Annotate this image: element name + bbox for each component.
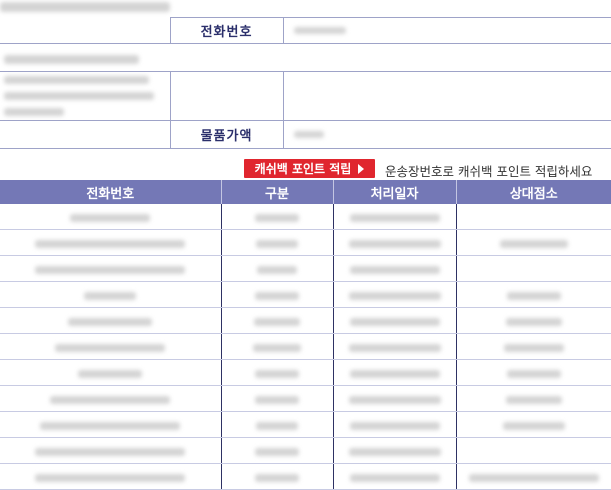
table-cell	[333, 437, 457, 464]
cashback-button-label: 캐쉬백 포인트 적립	[254, 162, 352, 176]
table-row	[0, 463, 611, 490]
table-cell	[456, 307, 611, 334]
table-cell	[221, 281, 334, 308]
table-cell	[221, 437, 334, 464]
table-cell	[333, 463, 457, 490]
table-row	[0, 385, 611, 412]
triangle-right-icon	[358, 163, 365, 174]
table-row	[0, 359, 611, 386]
cashback-description: 운송장번호로 캐쉬백 포인트 적립하세요	[385, 164, 593, 179]
info-cell-empty	[0, 120, 170, 149]
table-cell	[333, 359, 457, 386]
table-cell	[456, 229, 611, 256]
info-row-phone: 전화번호	[0, 17, 611, 44]
table-cell	[221, 333, 334, 360]
table-cell	[333, 307, 457, 334]
table-row	[0, 255, 611, 282]
info-row-address	[0, 71, 611, 121]
address-extra	[283, 71, 611, 121]
table-cell	[0, 255, 222, 282]
table-cell	[456, 281, 611, 308]
table-cell	[0, 204, 222, 230]
col-header-type: 구분	[221, 180, 334, 204]
cashback-button[interactable]: 캐쉬백 포인트 적립	[244, 159, 375, 178]
table-row	[0, 229, 611, 256]
phone-label: 전화번호	[169, 17, 284, 44]
table-row	[0, 204, 611, 230]
table-row	[0, 333, 611, 360]
table-cell	[0, 307, 222, 334]
table-cell	[0, 229, 222, 256]
table-cell	[333, 385, 457, 412]
history-table: 전화번호 구분 처리일자 상대점소	[0, 180, 611, 490]
table-cell	[456, 437, 611, 464]
table-cell	[221, 255, 334, 282]
table-cell	[333, 411, 457, 438]
table-row	[0, 307, 611, 334]
col-header-branch: 상대점소	[456, 180, 611, 204]
table-cell	[456, 333, 611, 360]
table-cell	[0, 437, 222, 464]
table-cell	[333, 204, 457, 230]
redacted-text	[4, 55, 139, 64]
table-cell	[0, 411, 222, 438]
table-cell	[221, 204, 334, 230]
table-cell	[456, 463, 611, 490]
table-cell	[333, 255, 457, 282]
col-header-date: 처리일자	[333, 180, 457, 204]
table-cell	[221, 229, 334, 256]
table-cell	[0, 463, 222, 490]
table-cell	[221, 307, 334, 334]
table-cell	[333, 333, 457, 360]
address-value	[0, 71, 170, 121]
info-table: 전화번호 물품가액	[0, 17, 611, 149]
table-cell	[456, 385, 611, 412]
price-label: 물품가액	[169, 120, 284, 149]
phone-value	[283, 17, 611, 44]
price-value	[283, 120, 611, 149]
table-cell	[333, 229, 457, 256]
table-cell	[221, 411, 334, 438]
table-cell	[333, 281, 457, 308]
info-cell-empty	[0, 17, 170, 44]
table-cell	[221, 463, 334, 490]
col-header-phone: 전화번호	[0, 180, 222, 204]
table-cell	[456, 359, 611, 386]
table-cell	[0, 281, 222, 308]
table-row	[0, 437, 611, 464]
table-cell	[221, 385, 334, 412]
address-label-cell	[169, 71, 284, 121]
table-cell	[0, 359, 222, 386]
table-cell	[456, 255, 611, 282]
table-cell	[456, 204, 611, 230]
table-row	[0, 411, 611, 438]
redacted-text	[0, 2, 170, 12]
info-row-price: 물품가액	[0, 120, 611, 149]
table-cell	[0, 333, 222, 360]
table-cell	[221, 359, 334, 386]
table-cell	[456, 411, 611, 438]
table-row	[0, 281, 611, 308]
table-cell	[0, 385, 222, 412]
